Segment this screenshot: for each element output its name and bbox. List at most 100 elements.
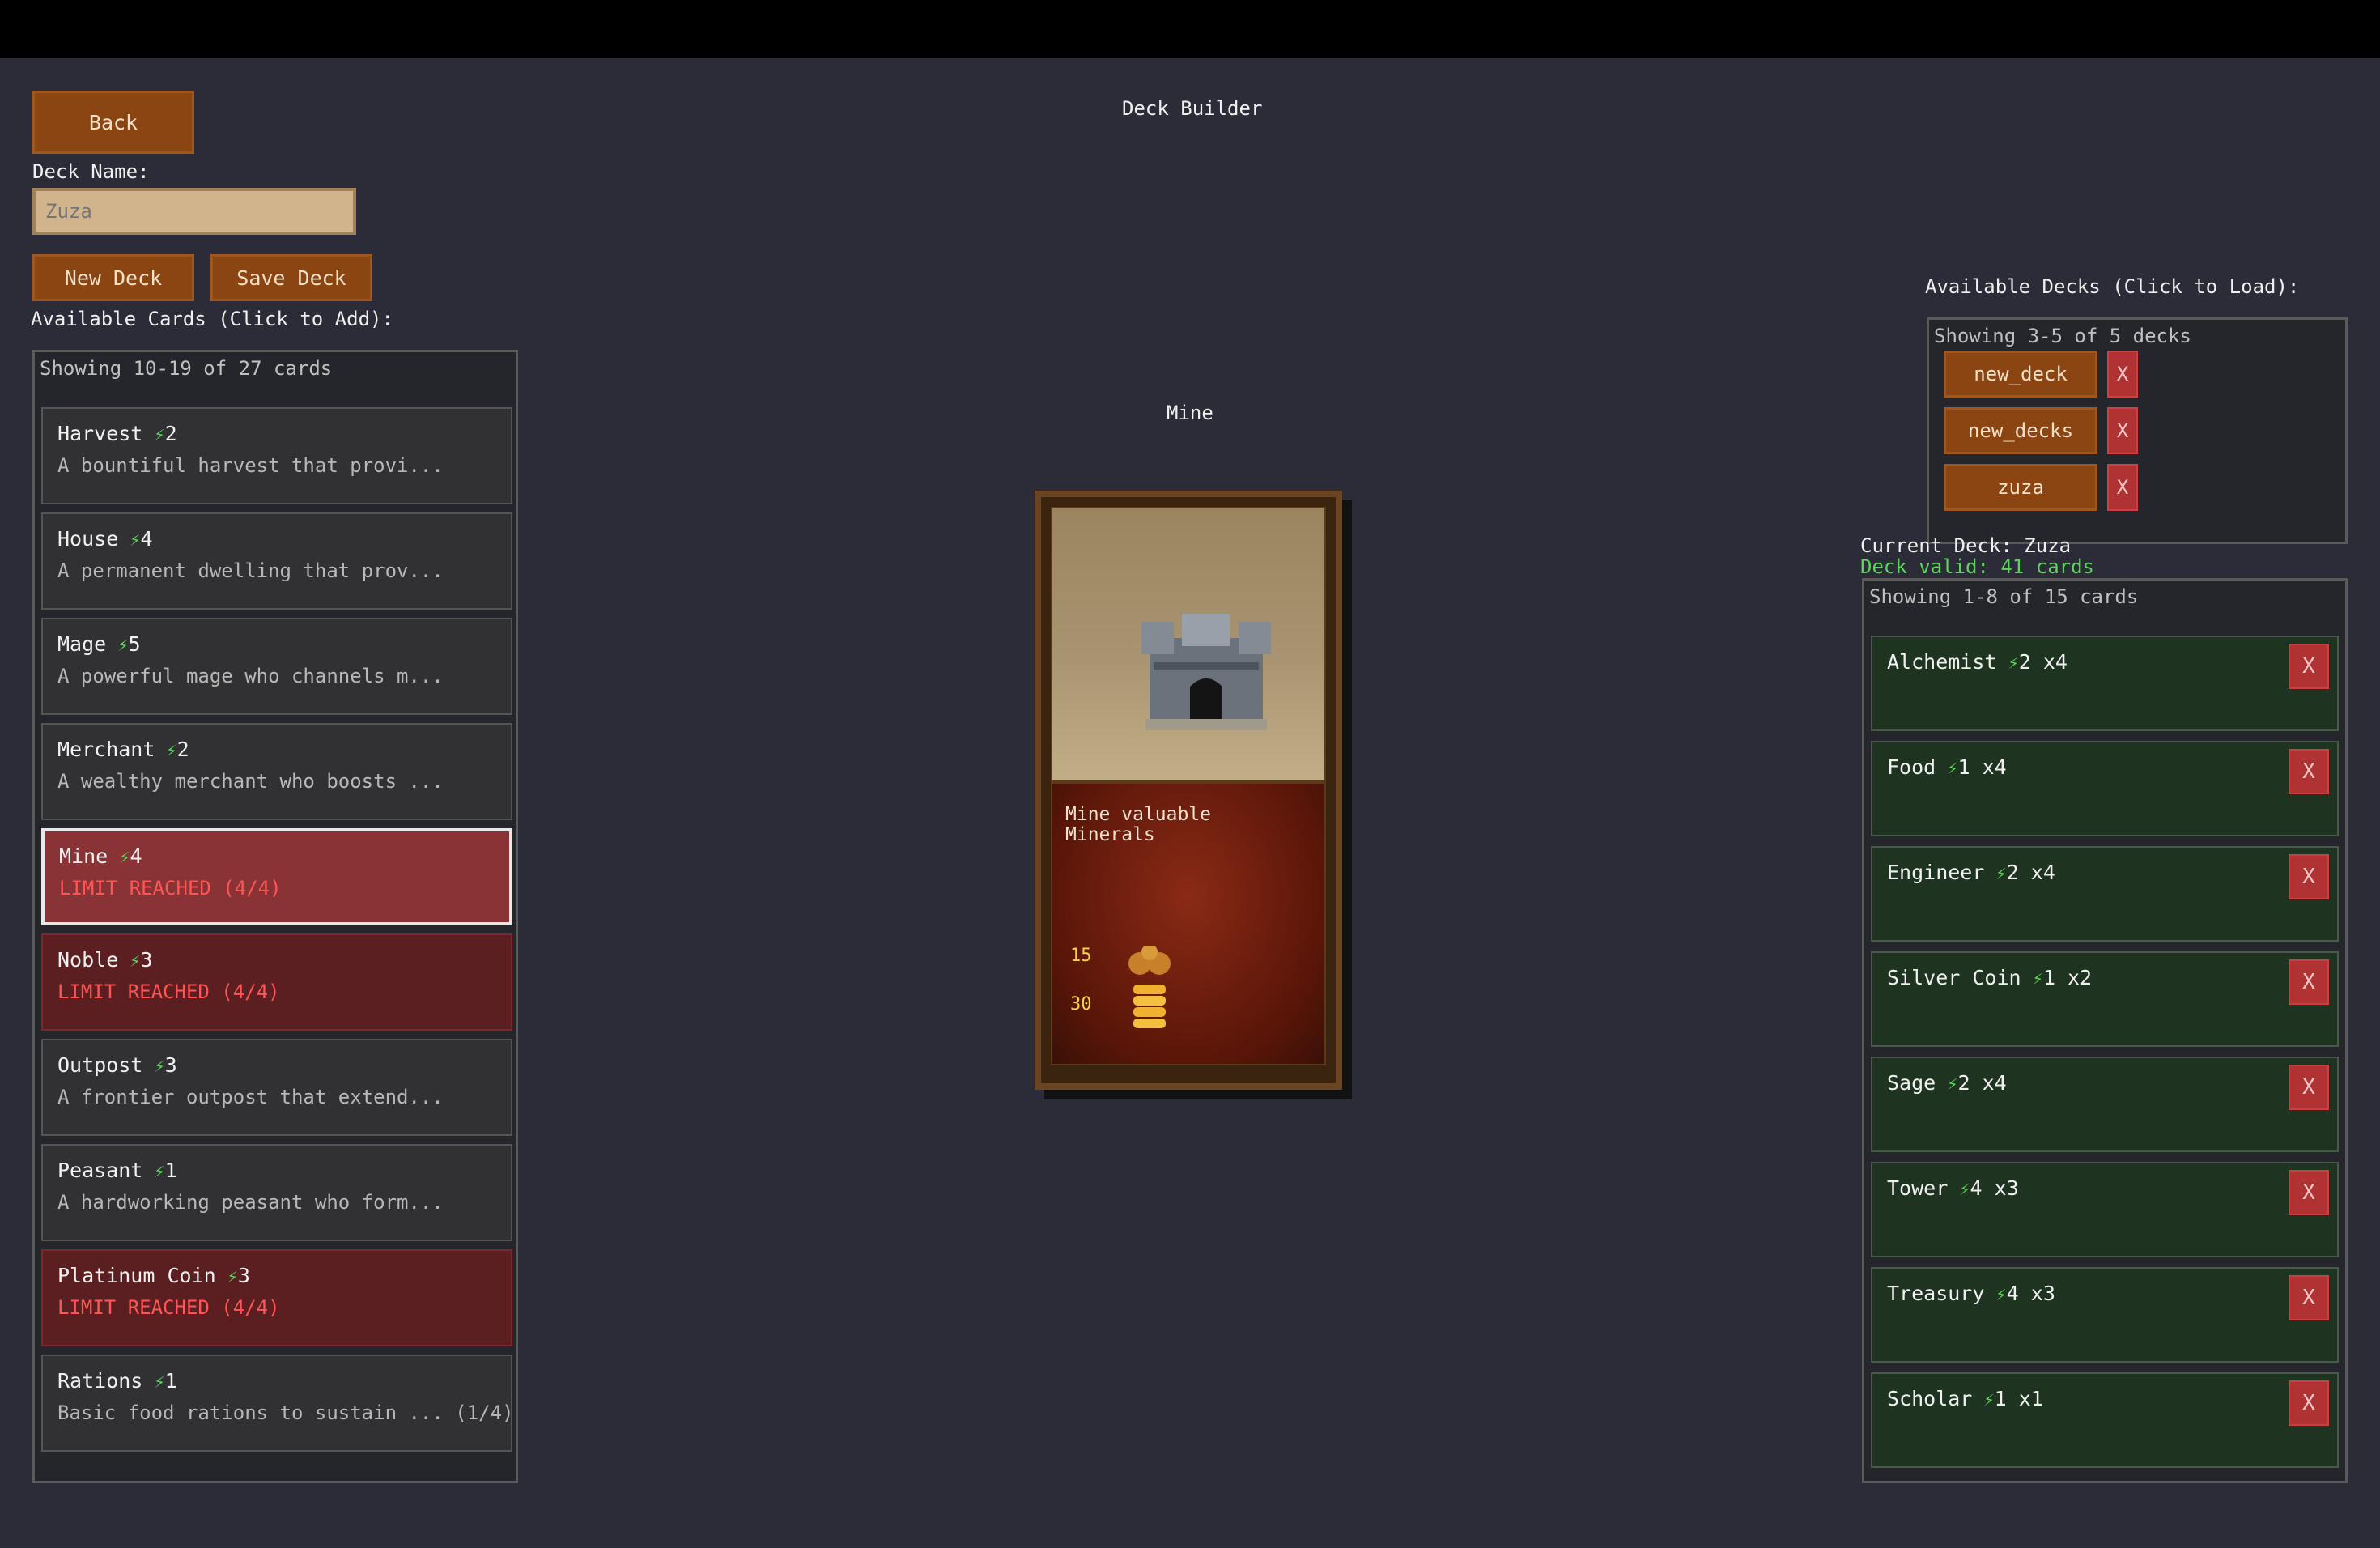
available-decks-panel: Showing 3-5 of 5 decks new_deck Xnew_deck… bbox=[1927, 317, 2348, 544]
deck-card-count: x3 bbox=[1994, 1176, 2019, 1200]
card-name-text: Outpost bbox=[57, 1053, 143, 1077]
card-name-text: Merchant bbox=[57, 738, 155, 761]
deck-card-item[interactable]: Sage ⚡2 x4 X bbox=[1871, 1057, 2339, 1152]
deck-card-name: Scholar ⚡1 x1 bbox=[1887, 1387, 2043, 1410]
deck-card-item[interactable]: Engineer ⚡2 x4 X bbox=[1871, 846, 2339, 942]
available-cards-count: Showing 10-19 of 27 cards bbox=[40, 357, 333, 380]
deck-card-name-text: Scholar bbox=[1887, 1387, 1973, 1410]
lightning-bolt-icon: ⚡ bbox=[2008, 653, 2019, 674]
available-card-item[interactable]: Mage ⚡5 A powerful mage who channels m... bbox=[41, 618, 512, 715]
current-deck-panel: Showing 1-8 of 15 cards Alchemist ⚡2 x4 X F… bbox=[1862, 578, 2348, 1483]
card-cost: 3 bbox=[164, 1053, 177, 1077]
card-stat-top: 15 bbox=[1070, 946, 1092, 966]
card-name: Peasant ⚡1 bbox=[57, 1159, 177, 1182]
deck-name-input[interactable] bbox=[32, 188, 356, 235]
lightning-bolt-icon: ⚡ bbox=[2032, 969, 2043, 989]
remove-card-button[interactable]: X bbox=[2289, 1380, 2329, 1426]
remove-card-button[interactable]: X bbox=[2289, 1275, 2329, 1320]
deck-card-name: Food ⚡1 x4 bbox=[1887, 755, 2007, 779]
load-deck-button[interactable]: new_decks bbox=[1944, 407, 2097, 454]
deck-card-item[interactable]: Treasury ⚡4 x3 X bbox=[1871, 1267, 2339, 1363]
deck-card-item[interactable]: Food ⚡1 x4 X bbox=[1871, 741, 2339, 836]
lightning-bolt-icon: ⚡ bbox=[1947, 759, 1958, 779]
current-deck-count: Showing 1-8 of 15 cards bbox=[1869, 585, 2139, 608]
card-description: A permanent dwelling that prov... bbox=[57, 559, 444, 582]
deck-card-name-text: Tower bbox=[1887, 1176, 1949, 1200]
new-deck-button[interactable]: New Deck bbox=[32, 254, 194, 301]
deck-card-name: Engineer ⚡2 x4 bbox=[1887, 861, 2055, 884]
deck-card-name-text: Sage bbox=[1887, 1071, 1936, 1095]
card-cost: 2 bbox=[164, 422, 177, 445]
deck-card-count: x1 bbox=[2018, 1387, 2043, 1410]
lightning-bolt-icon: ⚡ bbox=[1995, 864, 2007, 884]
deck-card-cost: 4 bbox=[1970, 1176, 1983, 1200]
load-deck-button[interactable]: zuza bbox=[1944, 464, 2097, 511]
card-name-text: Mage bbox=[57, 632, 107, 656]
remove-card-button[interactable]: X bbox=[2289, 854, 2329, 899]
card-cost: 4 bbox=[140, 527, 153, 551]
card-name: Mine ⚡4 bbox=[59, 844, 142, 868]
card-cost: 3 bbox=[237, 1264, 250, 1287]
available-card-item[interactable]: Harvest ⚡2 A bountiful harvest that provi.… bbox=[41, 407, 512, 504]
deck-name-label: Deck Name: bbox=[32, 160, 150, 183]
deck-card-item[interactable]: Scholar ⚡1 x1 X bbox=[1871, 1372, 2339, 1468]
gold-coins-icon bbox=[1128, 946, 1171, 1028]
deck-card-name-text: Food bbox=[1887, 755, 1936, 779]
delete-deck-button[interactable]: X bbox=[2107, 407, 2138, 454]
card-name-text: Noble bbox=[57, 948, 119, 972]
available-card-item[interactable]: Peasant ⚡1 A hardworking peasant who form.… bbox=[41, 1144, 512, 1241]
deck-card-cost: 2 bbox=[2006, 861, 2019, 884]
deck-card-count: x4 bbox=[1982, 1071, 2007, 1095]
deck-card-name-text: Treasury bbox=[1887, 1282, 1985, 1305]
available-card-item[interactable]: Outpost ⚡3 A frontier outpost that extend.… bbox=[41, 1039, 512, 1136]
remove-card-button[interactable]: X bbox=[2289, 749, 2329, 794]
delete-deck-button[interactable]: X bbox=[2107, 351, 2138, 398]
deck-card-name-text: Alchemist bbox=[1887, 650, 1997, 674]
lightning-bolt-icon: ⚡ bbox=[154, 1372, 165, 1393]
deck-card-name: Tower ⚡4 x3 bbox=[1887, 1176, 2019, 1200]
lightning-bolt-icon: ⚡ bbox=[1959, 1180, 1970, 1200]
load-deck-button[interactable]: new_deck bbox=[1944, 351, 2097, 398]
lightning-bolt-icon: ⚡ bbox=[1947, 1074, 1958, 1095]
available-card-item[interactable]: Platinum Coin ⚡3 LIMIT REACHED (4/4) bbox=[41, 1249, 512, 1346]
card-name-text: Rations bbox=[57, 1369, 143, 1393]
remove-card-button[interactable]: X bbox=[2289, 644, 2329, 689]
lightning-bolt-icon: ⚡ bbox=[130, 951, 141, 972]
remove-card-button[interactable]: X bbox=[2289, 1170, 2329, 1215]
lightning-bolt-icon: ⚡ bbox=[154, 425, 165, 445]
remove-card-button[interactable]: X bbox=[2289, 1065, 2329, 1110]
card-name: Platinum Coin ⚡3 bbox=[57, 1264, 250, 1287]
lightning-bolt-icon: ⚡ bbox=[154, 1162, 165, 1182]
current-deck-label: Current Deck: Zuza bbox=[1860, 534, 2072, 557]
deck-card-item[interactable]: Tower ⚡4 x3 X bbox=[1871, 1162, 2339, 1257]
available-card-item[interactable]: Noble ⚡3 LIMIT REACHED (4/4) bbox=[41, 933, 512, 1031]
card-name: House ⚡4 bbox=[57, 527, 153, 551]
lightning-bolt-icon: ⚡ bbox=[154, 1057, 165, 1077]
card-name: Outpost ⚡3 bbox=[57, 1053, 177, 1077]
remove-card-button[interactable]: X bbox=[2289, 959, 2329, 1005]
card-art-bottom: Mine valuable Minerals 15 30 bbox=[1051, 782, 1326, 1065]
deck-card-item[interactable]: Silver Coin ⚡1 x2 X bbox=[1871, 951, 2339, 1047]
deck-card-name: Sage ⚡2 x4 bbox=[1887, 1071, 2007, 1095]
preview-title: Mine bbox=[1167, 402, 1213, 424]
back-button[interactable]: Back bbox=[32, 91, 194, 154]
available-card-item[interactable]: House ⚡4 A permanent dwelling that prov... bbox=[41, 512, 512, 610]
available-card-item[interactable]: Rations ⚡1 Basic food rations to sustain .… bbox=[41, 1354, 514, 1452]
card-name: Mage ⚡5 bbox=[57, 632, 141, 656]
card-name: Harvest ⚡2 bbox=[57, 422, 177, 445]
deck-card-cost: 2 bbox=[1957, 1071, 1970, 1095]
save-deck-button[interactable]: Save Deck bbox=[210, 254, 372, 301]
available-card-item[interactable]: Mine ⚡4 LIMIT REACHED (4/4) bbox=[41, 828, 512, 925]
deck-card-count: x4 bbox=[1982, 755, 2007, 779]
delete-deck-button[interactable]: X bbox=[2107, 464, 2138, 511]
deck-card-name-text: Silver Coin bbox=[1887, 966, 2021, 989]
window-top-bar bbox=[0, 0, 2380, 58]
deck-card-count: x4 bbox=[2042, 650, 2068, 674]
lightning-bolt-icon: ⚡ bbox=[166, 741, 177, 761]
deck-card-name: Silver Coin ⚡1 x2 bbox=[1887, 966, 2092, 989]
card-name-text: Mine bbox=[59, 844, 108, 868]
deck-card-item[interactable]: Alchemist ⚡2 x4 X bbox=[1871, 636, 2339, 731]
available-card-item[interactable]: Merchant ⚡2 A wealthy merchant who boosts … bbox=[41, 723, 512, 820]
deck-card-name-text: Engineer bbox=[1887, 861, 1985, 884]
available-cards-heading: Available Cards (Click to Add): bbox=[31, 308, 393, 330]
